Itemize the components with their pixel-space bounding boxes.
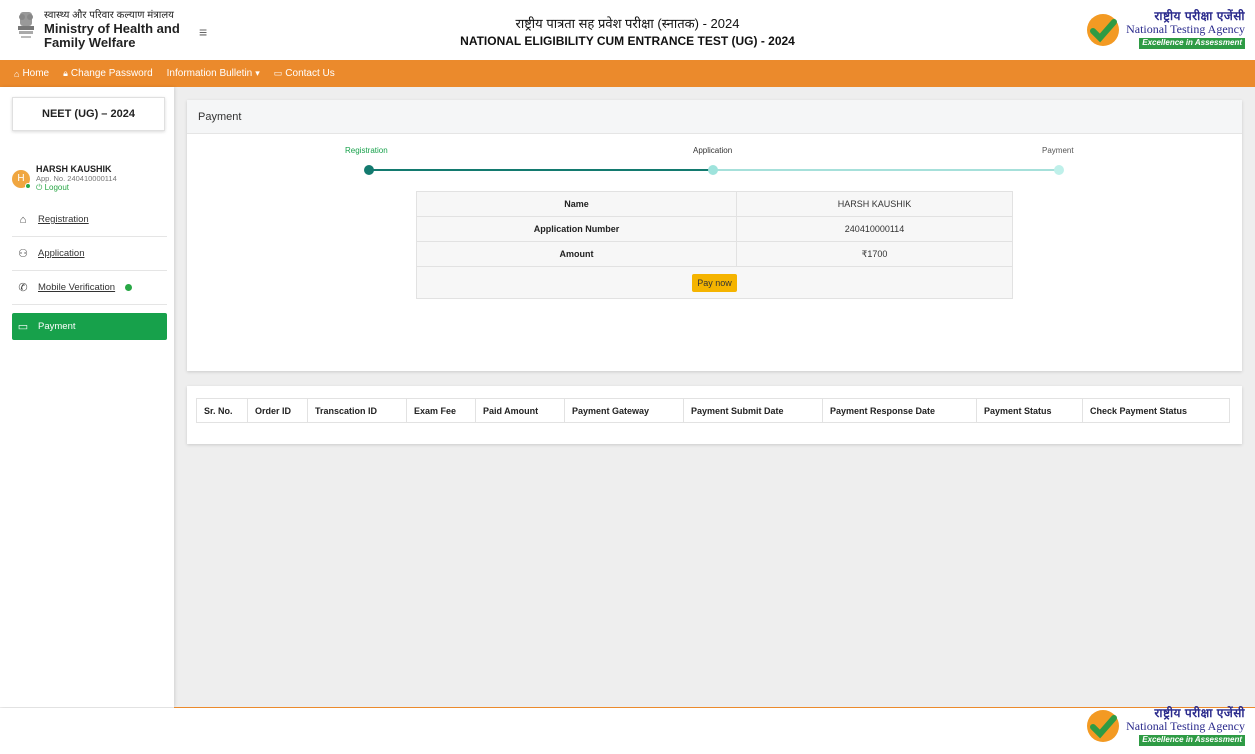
logout-label: Logout [44,183,70,192]
home-icon: ⌂ [14,68,20,79]
lock-icon: 🔒︎ [63,68,68,78]
column-header: Payment Gateway [564,398,684,423]
row-label: Amount [416,241,737,267]
chevron-down-icon: ▾ [255,68,260,78]
avatar: H [12,169,31,189]
contact-icon: ▭ [273,68,283,78]
side-menu: ⌂ Registration ⚇ Application ✆ Mobile Ve… [12,203,167,340]
sidebar-item-payment[interactable]: ▭ Payment [12,313,167,340]
exam-title-hindi: राष्ट्रीय पात्रता सह प्रवेश परीक्षा (स्न… [515,16,740,31]
column-header: Exam Fee [406,398,476,423]
table-row: Pay now [416,266,1013,299]
step-registration-label: Registration [345,146,388,155]
column-header: Paid Amount [475,398,565,423]
avatar-initial: H [17,173,25,184]
power-icon: ⏻ [36,183,43,192]
sidebar: NEET (UG) – 2024 H HARSH KAUSHIK App. No… [0,87,174,707]
nta-tagline: Excellence in Assessment [1139,38,1245,50]
footer: राष्ट्रीय परीक्षा एजेंसी National Testin… [0,706,1255,754]
sidebar-item-registration[interactable]: ⌂ Registration [12,203,167,237]
column-header: Sr. No. [196,398,248,423]
row-value: 240410000114 [736,216,1013,242]
transactions-card: Sr. No. Order ID Transcation ID Exam Fee… [187,386,1242,444]
column-header: Transcation ID [307,398,407,423]
pay-button-cell: Pay now [416,266,1013,299]
nav-information-bulletin-label: Information Bulletin [166,68,253,79]
footer-nta-logo: राष्ट्रीय परीक्षा एजेंसी National Testin… [1086,706,1245,746]
user-name: HARSH KAUSHIK [36,164,112,174]
nta-logo: राष्ट्रीय परीक्षा एजेंसी National Testin… [1086,9,1245,50]
credit-card-icon: ▭ [17,321,29,333]
site-header: स्वास्थ्य और परिवार कल्याण मंत्रालय Mini… [0,0,1255,60]
step-payment-dot [1054,165,1064,175]
step-payment-label: Payment [1042,146,1074,155]
table-row: Application Number 240410000114 [416,216,1013,242]
column-header: Order ID [247,398,308,423]
sidebar-item-application[interactable]: ⚇ Application [12,237,167,271]
table-row: Name HARSH KAUSHIK [416,191,1013,217]
nav-change-password-label: Change Password [70,68,153,79]
nav-change-password[interactable]: 🔒︎ Change Password [63,68,153,79]
sidebar-item-label: Payment [38,321,76,332]
nta-english: National Testing Agency [1126,719,1245,734]
phone-icon: ✆ [18,282,28,294]
column-header: Payment Status [976,398,1083,423]
payment-summary-table: Name HARSH KAUSHIK Application Number 24… [416,191,1013,299]
exam-title: राष्ट्रीय पात्रता सह प्रवेश परीक्षा (स्न… [0,15,1255,49]
sidebar-item-mobile-verification[interactable]: ✆ Mobile Verification [12,271,167,305]
progress-line-complete [369,169,713,171]
user-plus-icon: ⚇ [18,248,28,260]
logout-link[interactable]: ⏻ Logout [36,183,117,193]
progress-line-pending [713,169,1059,171]
nav-home[interactable]: ⌂ Home [14,68,49,79]
step-registration-dot [364,165,374,175]
nav-contact-us-label: Contact Us [285,68,335,79]
application-number: App. No. 240410000114 [36,174,117,183]
payment-heading: Payment [187,100,1242,134]
row-label: Name [416,191,737,217]
home-outline-icon: ⌂ [19,213,27,226]
nav-home-label: Home [22,68,50,79]
transactions-table: Sr. No. Order ID Transcation ID Exam Fee… [196,398,1230,423]
nta-tagline: Excellence in Assessment [1139,735,1245,746]
step-application-dot [708,165,718,175]
nav-contact-us[interactable]: ▭ Contact Us [274,68,335,79]
payment-card: Payment Registration Application Payment… [187,100,1242,371]
user-profile: H HARSH KAUSHIK App. No. 240410000114 ⏻ … [12,164,117,193]
exam-title-english: NATIONAL ELIGIBILITY CUM ENTRANCE TEST (… [460,33,795,48]
verified-check-icon [125,284,133,291]
nav-information-bulletin[interactable]: Information Bulletin ▾ [167,68,260,79]
online-status-icon [25,182,31,189]
row-value: HARSH KAUSHIK [736,191,1013,217]
step-application-label: Application [693,146,733,155]
column-header: Payment Response Date [822,398,977,423]
nta-check-logo-icon [1087,13,1120,46]
pay-now-button[interactable]: Pay now [692,273,737,292]
nta-check-logo-icon [1087,710,1120,743]
column-header: Check Payment Status [1082,398,1230,423]
table-header-row: Sr. No. Order ID Transcation ID Exam Fee… [196,398,1230,423]
sidebar-item-label: Registration [38,214,89,225]
sidebar-item-label: Mobile Verification [38,282,116,293]
row-label: Application Number [416,216,737,242]
row-value: ₹1700 [736,241,1013,267]
top-nav: ⌂ Home 🔒︎ Change Password Information Bull… [0,60,1255,87]
nta-english: National Testing Agency [1126,22,1245,37]
column-header: Payment Submit Date [683,398,823,423]
table-row: Amount ₹1700 [416,241,1013,267]
exam-name-box: NEET (UG) – 2024 [12,97,165,131]
sidebar-item-label: Application [38,248,85,259]
